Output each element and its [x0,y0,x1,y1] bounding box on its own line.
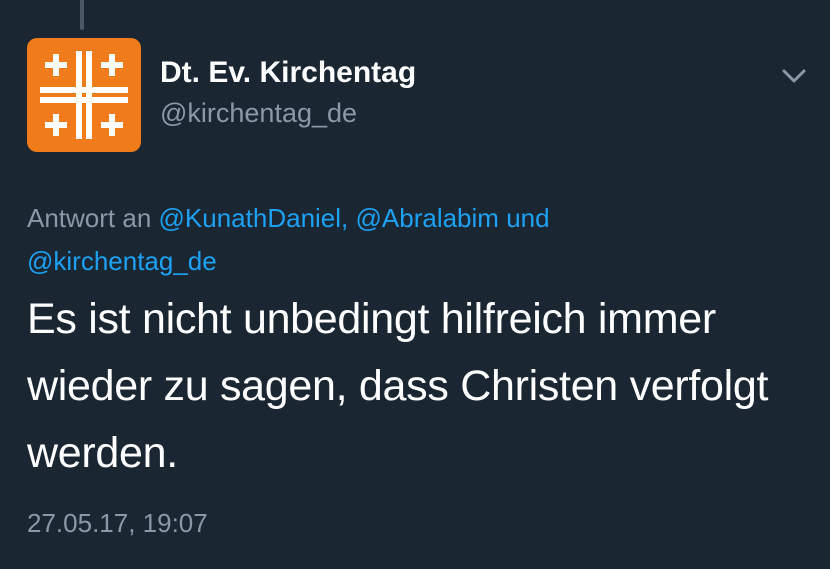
kirchentag-cross-logo-icon [40,51,128,139]
reply-prefix: Antwort an [27,203,152,233]
thread-connector-line [80,0,84,30]
tweet-text-line: werden. [27,429,178,477]
mention-link-abralabim[interactable]: @Abralabim [356,203,499,233]
tweet-text-line: wieder zu sagen, dass Christen verfolgt [27,362,769,410]
chevron-down-icon [782,69,806,83]
tweet-text-line: Es ist nicht unbedingt hilfreich immer [27,295,716,343]
tweet-timestamp[interactable]: 27.05.17, 19:07 [27,508,208,539]
mention-link-kirchentag[interactable]: @kirchentag_de [27,246,217,276]
tweet-menu-button[interactable] [780,66,808,86]
reply-conjunction: und [506,203,550,233]
avatar[interactable] [27,38,141,152]
mention-link-kunathdaniel[interactable]: @KunathDaniel, [159,203,349,233]
reply-context: Antwort an @KunathDaniel, @Abralabim und… [27,197,807,283]
author-handle[interactable]: @kirchentag_de [160,98,357,129]
tweet-text: Es ist nicht unbedingt hilfreich immer w… [27,286,817,487]
author-display-name[interactable]: Dt. Ev. Kirchentag [160,56,416,90]
